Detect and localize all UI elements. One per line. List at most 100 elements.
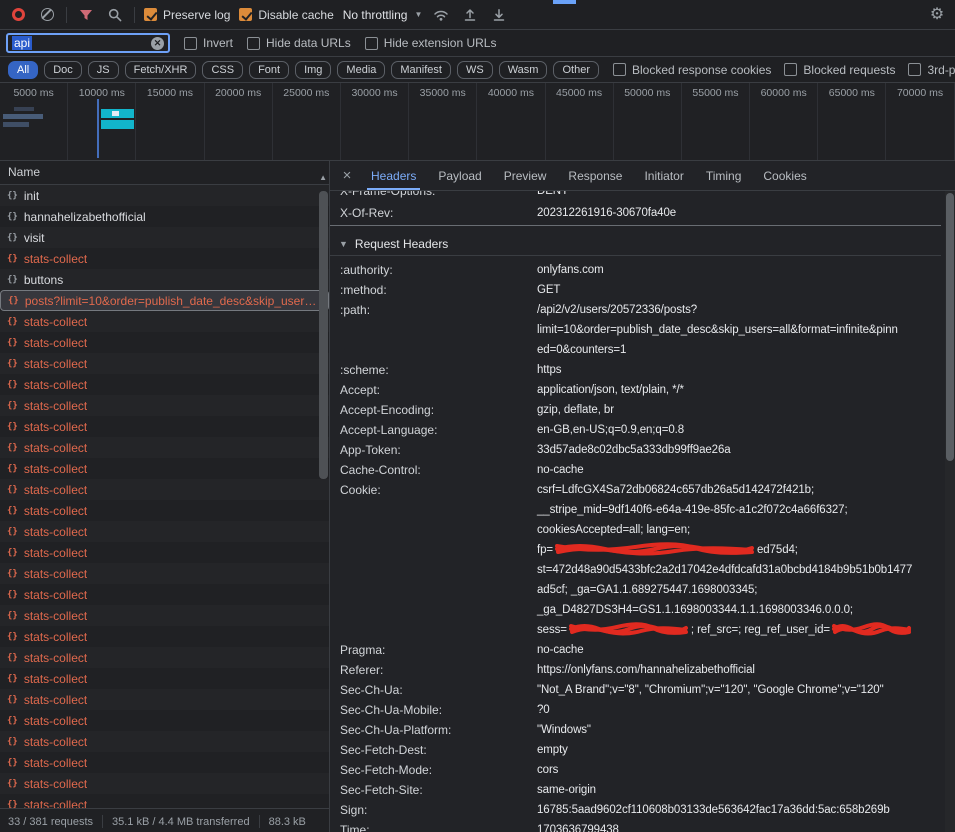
header-value: https [537, 360, 941, 380]
request-row[interactable]: {} buttons [0, 269, 329, 290]
extra-filter-label: 3rd-party requests [927, 63, 955, 77]
settings-button[interactable]: ⚙ [927, 5, 947, 25]
request-row[interactable]: {} stats-collect [0, 521, 329, 542]
detail-tab[interactable]: Response [557, 161, 633, 190]
request-row[interactable]: {} stats-collect [0, 500, 329, 521]
header-row: :authority: onlyfans.com [330, 260, 941, 280]
type-filter-chip[interactable]: Fetch/XHR [125, 61, 197, 79]
request-name: init [24, 189, 39, 203]
hide-data-urls-checkbox[interactable]: Hide data URLs [247, 36, 351, 50]
request-row[interactable]: {} stats-collect [0, 248, 329, 269]
request-row[interactable]: {} stats-collect [0, 311, 329, 332]
record-button[interactable] [8, 5, 28, 25]
detail-scrollbar-track[interactable] [945, 191, 955, 832]
invert-checkbox[interactable]: Invert [184, 36, 233, 50]
network-conditions-button[interactable] [431, 5, 451, 25]
header-row: Time: 1703636799438 [330, 820, 941, 832]
request-row[interactable]: {} stats-collect [0, 416, 329, 437]
disable-cache-checkbox[interactable]: Disable cache [239, 8, 333, 22]
request-headers-section-toggle[interactable]: ▼ Request Headers [330, 232, 941, 256]
import-har-button[interactable] [460, 5, 480, 25]
close-detail-button[interactable]: × [334, 161, 360, 190]
request-name: hannahelizabethofficial [24, 210, 146, 224]
detail-tab[interactable]: Payload [427, 161, 492, 190]
type-filter-chip[interactable]: Doc [44, 61, 82, 79]
request-row[interactable]: {} stats-collect [0, 332, 329, 353]
header-name: Sec-Ch-Ua-Mobile: [330, 700, 537, 720]
type-filter-chip[interactable]: Wasm [499, 61, 548, 79]
request-row[interactable]: {} stats-collect [0, 563, 329, 584]
json-braces-icon: {} [7, 611, 18, 621]
request-row[interactable]: {} stats-collect [0, 752, 329, 773]
detail-tab[interactable]: Timing [695, 161, 753, 190]
request-row[interactable]: {} stats-collect [0, 773, 329, 794]
header-name: Time: [330, 820, 537, 832]
export-har-button[interactable] [489, 5, 509, 25]
request-row[interactable]: {} stats-collect [0, 542, 329, 563]
checkbox-icon [365, 37, 378, 50]
network-overview-timeline[interactable]: 5000 ms 10000 ms 15000 ms 20000 ms 25000… [0, 83, 955, 161]
name-column-header[interactable]: Name ▲ [0, 161, 329, 185]
search-button[interactable] [105, 5, 125, 25]
detail-tab[interactable]: Headers [360, 161, 427, 190]
type-filter-chip[interactable]: Img [295, 61, 331, 79]
request-row[interactable]: {} stats-collect [0, 647, 329, 668]
header-value: gzip, deflate, br [537, 400, 941, 420]
network-summary-bar: 33 / 381 requests 35.1 kB / 4.4 MB trans… [0, 808, 329, 832]
request-row[interactable]: {} stats-collect [0, 437, 329, 458]
request-row[interactable]: {} stats-collect [0, 584, 329, 605]
request-row[interactable]: {} stats-collect [0, 710, 329, 731]
request-row[interactable]: {} visit [0, 227, 329, 248]
request-row[interactable]: {} posts?limit=10&order=publish_date_des… [0, 290, 329, 311]
request-row[interactable]: {} stats-collect [0, 395, 329, 416]
detail-tab[interactable]: Initiator [633, 161, 694, 190]
hide-extension-urls-checkbox[interactable]: Hide extension URLs [365, 36, 497, 50]
scroll-up-arrow-icon[interactable]: ▲ [319, 166, 327, 189]
request-name: stats-collect [24, 693, 87, 707]
clear-filter-button[interactable]: ✕ [151, 37, 164, 50]
request-row[interactable]: {} stats-collect [0, 458, 329, 479]
clear-network-log-button[interactable] [37, 5, 57, 25]
filter-toggle-button[interactable] [76, 5, 96, 25]
detail-tab-bar: × Headers Payload Preview Response Initi… [330, 161, 955, 191]
filter-toolbar: api ✕ Invert Hide data URLs Hide extensi… [0, 30, 955, 57]
type-filter-chip[interactable]: Manifest [391, 61, 451, 79]
request-row[interactable]: {} stats-collect [0, 353, 329, 374]
type-filter-chip[interactable]: CSS [202, 61, 243, 79]
request-name: stats-collect [24, 756, 87, 770]
header-name: X-Of-Rev: [330, 201, 537, 225]
preserve-log-checkbox[interactable]: Preserve log [144, 8, 230, 22]
type-filter-chip[interactable]: WS [457, 61, 493, 79]
request-row[interactable]: {} stats-collect [0, 794, 329, 808]
header-name: Accept: [330, 380, 537, 400]
request-list-scrollbar[interactable] [319, 191, 328, 479]
request-row[interactable]: {} stats-collect [0, 731, 329, 752]
type-filter-chip[interactable]: All [8, 61, 38, 79]
network-filter-input[interactable]: api ✕ [6, 33, 170, 53]
request-row[interactable]: {} init [0, 185, 329, 206]
type-filter-chip[interactable]: Other [553, 61, 599, 79]
json-braces-icon: {} [7, 212, 18, 222]
detail-tab[interactable]: Preview [493, 161, 558, 190]
extra-filter-checkbox[interactable]: Blocked response cookies [613, 63, 771, 77]
throttling-select[interactable]: No throttling ▼ [343, 8, 423, 22]
cookie-line: cookiesAccepted=all; lang=en; [537, 520, 941, 540]
detail-tab[interactable]: Cookies [752, 161, 817, 190]
detail-scrollbar-thumb[interactable] [946, 193, 954, 461]
request-row[interactable]: {} stats-collect [0, 668, 329, 689]
header-row: Sec-Fetch-Dest: empty [330, 740, 941, 760]
request-row[interactable]: {} stats-collect [0, 479, 329, 500]
type-filter-chip[interactable]: JS [88, 61, 119, 79]
timeline-tick-label: 30000 ms [351, 87, 397, 99]
request-row[interactable]: {} stats-collect [0, 626, 329, 647]
timeline-tick-label: 25000 ms [283, 87, 329, 99]
type-filter-chip[interactable]: Media [337, 61, 385, 79]
request-row[interactable]: {} stats-collect [0, 689, 329, 710]
request-row[interactable]: {} stats-collect [0, 374, 329, 395]
extra-filter-checkbox[interactable]: Blocked requests [784, 63, 895, 77]
request-row[interactable]: {} stats-collect [0, 605, 329, 626]
request-row[interactable]: {} hannahelizabethofficial [0, 206, 329, 227]
extra-filter-checkbox[interactable]: 3rd-party requests [908, 63, 955, 77]
cookie-line: st=472d48a90d5433bfc2a2d17042e4dfdcafd31… [537, 560, 941, 580]
type-filter-chip[interactable]: Font [249, 61, 289, 79]
